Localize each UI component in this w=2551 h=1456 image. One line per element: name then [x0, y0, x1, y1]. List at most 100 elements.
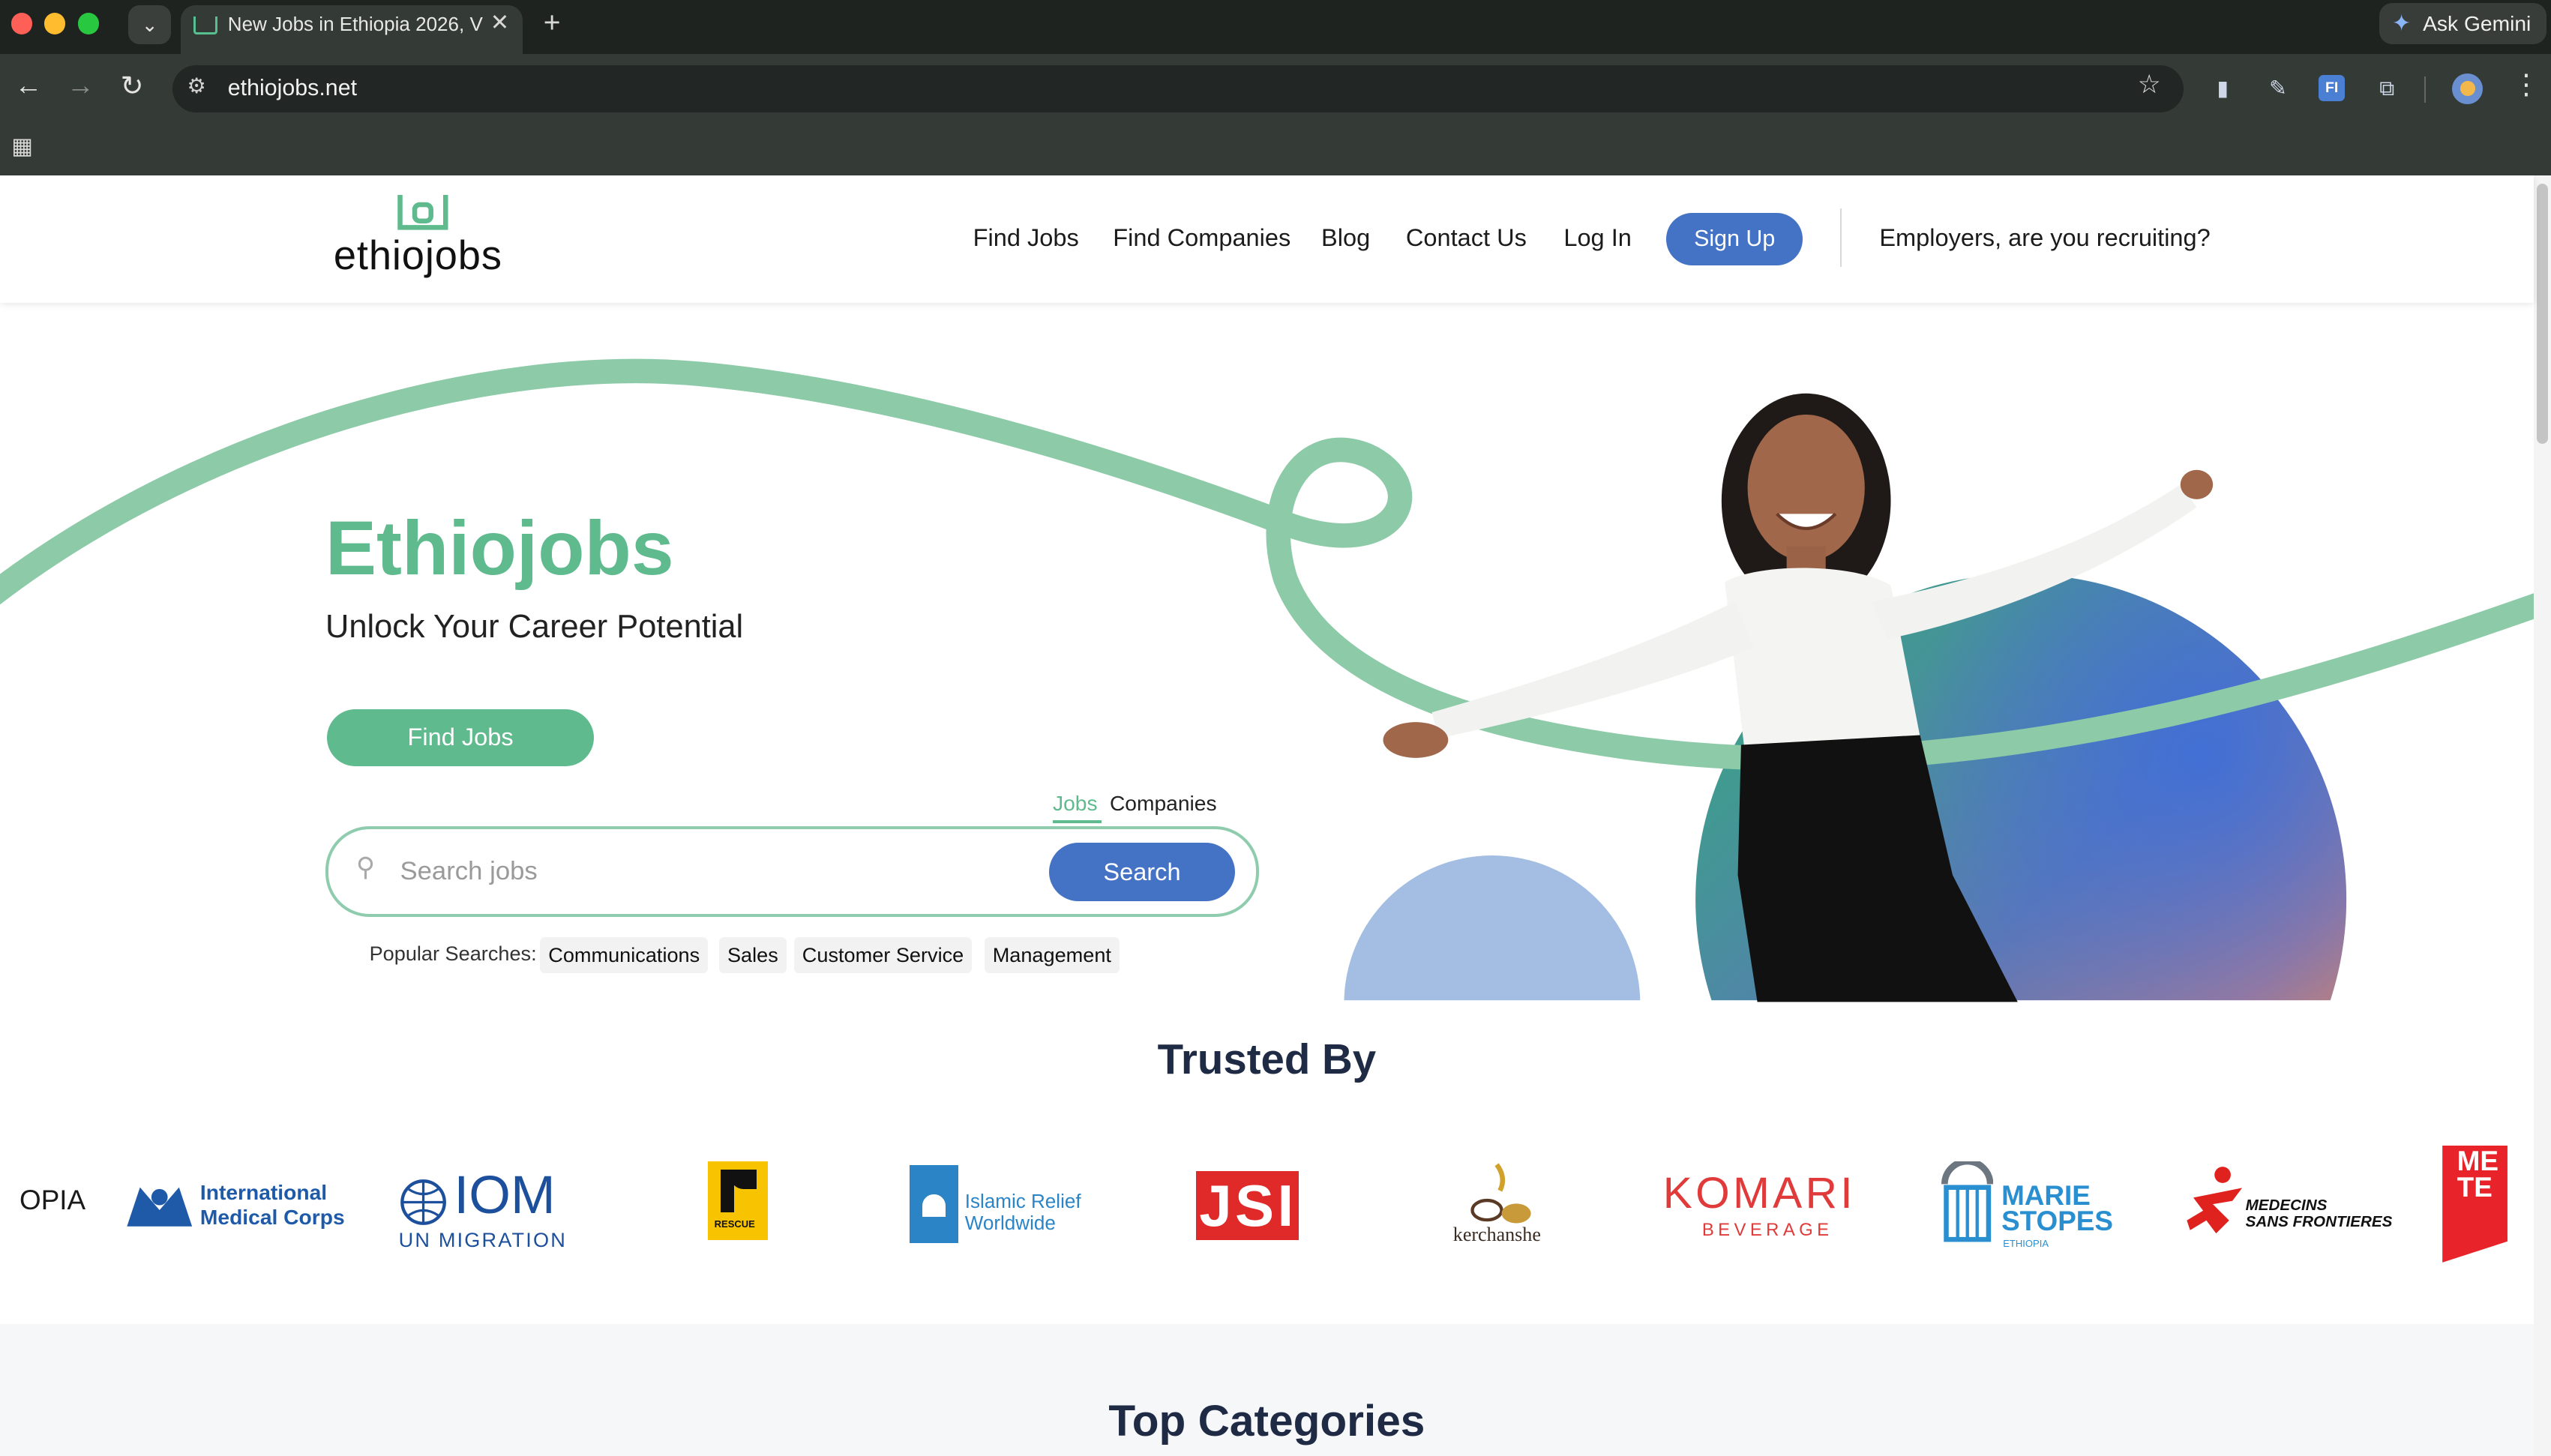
bookmarks-bar: ▦ — [0, 123, 2551, 176]
employers-link[interactable]: Employers, are you recruiting? — [1879, 224, 2210, 252]
imc-line2: Medical Corps — [199, 1204, 345, 1229]
ask-gemini-button[interactable]: ✦ Ask Gemini — [2379, 3, 2547, 44]
iom-sub-text: UN MIGRATION — [398, 1228, 567, 1252]
chevron-down-icon: ⌄ — [141, 13, 158, 36]
popular-chip-management[interactable]: Management — [984, 936, 1120, 973]
toolbar-divider — [2424, 76, 2427, 103]
ethiojobs-logo-icon[interactable] — [395, 195, 451, 231]
hero-person-figure — [1383, 394, 2214, 1002]
imc-emblem-icon — [127, 1188, 193, 1227]
popular-chip-communications[interactable]: Communications — [540, 936, 709, 973]
popular-chip-sales[interactable]: Sales — [719, 936, 787, 973]
arrow-right-icon: → — [66, 70, 94, 101]
logo-kerchanshe[interactable]: kerchanshe — [1448, 1146, 1562, 1260]
iom-big-text: IOM — [454, 1165, 556, 1226]
search-jobs-input[interactable] — [397, 850, 1022, 893]
logo-international-medical-corps[interactable]: International Medical Corps — [124, 1146, 345, 1260]
komari-sub-text: BEVERAGE — [1701, 1220, 1833, 1241]
logo-islamic-relief-worldwide[interactable]: Islamic Relief Worldwide — [910, 1146, 1089, 1260]
marie-stopes-line2: STOPES — [2001, 1206, 2114, 1237]
logo-partial-left[interactable]: OPIA — [19, 1146, 85, 1260]
bookmark-star-icon[interactable]: ☆ — [2138, 70, 2161, 100]
nav-find-companies[interactable]: Find Companies — [1113, 224, 1290, 252]
fi-extension-icon[interactable]: FI — [2319, 74, 2345, 101]
search-tab-jobs[interactable]: Jobs — [1053, 791, 1098, 816]
eyedropper-extension-icon[interactable]: ✎ — [2265, 75, 2292, 101]
search-tab-active-indicator — [1052, 819, 1102, 823]
search-button[interactable]: Search — [1049, 842, 1235, 901]
marie-stopes-line1: MARIE — [2001, 1179, 2091, 1211]
kerchanshe-text: kerchanshe — [1452, 1223, 1541, 1245]
islamic-relief-emblem-icon — [910, 1164, 959, 1243]
job-search-box: ⚲ Search — [325, 826, 1259, 918]
imc-line1: International — [199, 1180, 328, 1205]
islamic-relief-line1: Islamic Relief — [964, 1190, 1081, 1213]
logo-partial-left-text: OPIA — [19, 1184, 86, 1215]
nav-contact-us[interactable]: Contact Us — [1406, 224, 1527, 252]
close-tab-icon[interactable]: ✕ — [490, 10, 509, 36]
irc-block: RESCUE — [707, 1161, 769, 1240]
forward-button[interactable]: → — [67, 70, 94, 101]
back-button[interactable]: ← — [15, 70, 43, 101]
gemini-sparkle-icon: ✦ — [2391, 10, 2412, 37]
komari-text: KOMARI — [1662, 1169, 1856, 1218]
marie-stopes-sub: ETHIOPIA — [2003, 1238, 2049, 1250]
nav-blog[interactable]: Blog — [1321, 224, 1370, 252]
logo-iom-un-migration[interactable]: IOM UN MIGRATION — [399, 1146, 578, 1260]
reload-button[interactable]: ↻ — [121, 70, 144, 102]
arrow-left-icon: ← — [14, 70, 43, 101]
site-settings-icon[interactable]: ⚙ — [187, 73, 206, 98]
page-scrollbar[interactable] — [2533, 175, 2551, 1456]
nav-log-in[interactable]: Log In — [1563, 224, 1632, 252]
profile-avatar[interactable] — [2452, 73, 2484, 104]
logo-partial-right-text: ME TE — [2457, 1146, 2499, 1203]
trusted-by-title: Trusted By — [1157, 1035, 1377, 1083]
logo-komari-beverage[interactable]: KOMARI BEVERAGE — [1663, 1146, 1855, 1260]
browser-tab-active[interactable]: New Jobs in Ethiopia 2026, V ✕ — [180, 4, 523, 54]
hero-subtitle: Unlock Your Career Potential — [325, 608, 744, 645]
logo-jsi[interactable]: JSI — [1195, 1146, 1300, 1260]
jsi-block: JSI — [1195, 1171, 1299, 1240]
jsi-text: JSI — [1199, 1172, 1297, 1239]
iom-globe-icon — [400, 1179, 446, 1225]
browser-tab-bar: ⌄ New Jobs in Ethiopia 2026, V ✕ + ✦ Ask… — [0, 0, 2551, 54]
msf-running-man-icon — [2187, 1166, 2243, 1233]
search-tab-companies[interactable]: Companies — [1110, 791, 1217, 816]
new-tab-button[interactable]: + — [544, 7, 561, 40]
scrollbar-thumb[interactable] — [2537, 184, 2549, 445]
docs-extension-icon[interactable]: ▮ — [2210, 75, 2236, 101]
browser-menu-icon[interactable]: ⋮ — [2512, 68, 2540, 100]
msf-line2: SANS FRONTIERES — [2245, 1212, 2393, 1230]
logo-text[interactable]: ethiojobs — [334, 232, 502, 279]
msf-line1: MEDECINS — [2245, 1197, 2328, 1215]
search-icon: ⚲ — [355, 852, 376, 882]
tab-title: New Jobs in Ethiopia 2026, V — [227, 13, 483, 36]
ask-gemini-label: Ask Gemini — [2423, 11, 2532, 36]
address-bar[interactable]: ⚙ ethiojobs.net ☆ — [172, 64, 2184, 112]
web-page: ethiojobs Find Jobs Find Companies Blog … — [0, 175, 2551, 1456]
top-categories-section: Top Categories — [0, 1324, 2534, 1456]
marie-stopes-door-icon — [1941, 1161, 1994, 1242]
hero-title: Ethiojobs — [325, 505, 674, 591]
minimize-window-button[interactable] — [43, 13, 65, 34]
popular-searches-label: Popular Searches: — [369, 942, 537, 966]
find-jobs-button[interactable]: Find Jobs — [327, 709, 595, 767]
site-header: ethiojobs Find Jobs Find Companies Blog … — [0, 175, 2534, 303]
maximize-window-button[interactable] — [78, 13, 100, 34]
logo-medecins-sans-frontieres[interactable]: MEDECINS SANS FRONTIERES — [2184, 1146, 2392, 1260]
extensions-puzzle-icon[interactable]: ⧉ — [2374, 75, 2400, 101]
sign-up-button[interactable]: Sign Up — [1666, 213, 1803, 265]
header-divider — [1840, 208, 1842, 267]
irc-text: RESCUE — [714, 1218, 755, 1230]
logo-partial-right[interactable]: ME TE — [2442, 1145, 2508, 1263]
logo-marie-stopes-ethiopia[interactable]: MARIE STOPES ETHIOPIA — [1941, 1146, 2113, 1260]
popular-chip-customer-service[interactable]: Customer Service — [793, 936, 973, 973]
tab-search-button[interactable]: ⌄ — [128, 4, 171, 44]
islamic-relief-line2: Worldwide — [964, 1211, 1056, 1234]
apps-grid-icon[interactable]: ▦ — [11, 133, 33, 160]
close-window-button[interactable] — [11, 13, 33, 34]
reload-icon: ↻ — [120, 70, 144, 102]
nav-find-jobs[interactable]: Find Jobs — [973, 224, 1079, 252]
logo-international-rescue-committee[interactable]: RESCUE — [707, 1146, 769, 1260]
url-text[interactable]: ethiojobs.net — [228, 75, 357, 101]
